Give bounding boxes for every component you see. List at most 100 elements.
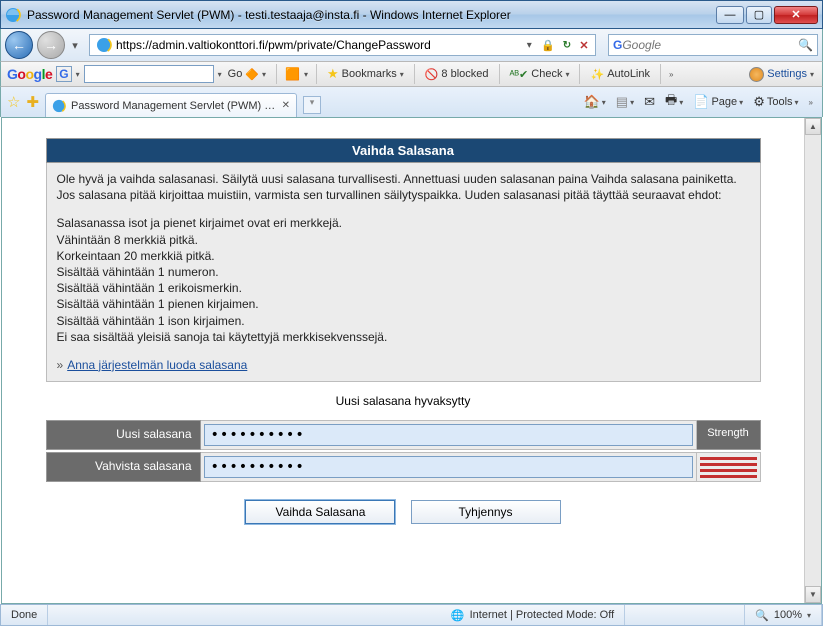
google-logo: Google	[7, 66, 52, 82]
page-label: Page	[711, 96, 737, 108]
panel-body: Ole hyvä ja vaihda salasanasi. Säilytä u…	[46, 163, 761, 382]
ie-icon	[5, 7, 21, 23]
panel-heading: Vaihda Salasana	[46, 138, 761, 163]
add-favorite-button[interactable]: ✚	[26, 93, 39, 111]
blocked-button[interactable]: 🚫8 blocked	[423, 68, 491, 81]
maximize-button[interactable]: ▢	[746, 6, 772, 24]
password-rule: Sisältää vähintään 1 erikoismerkin.	[57, 280, 750, 296]
mail-icon: ✉	[644, 94, 655, 110]
url-dropdown[interactable]: ▾	[521, 40, 537, 51]
nav-toolbar: ← → ▾ ▾ 🔒 ↻ ✕ G 🔍	[0, 29, 823, 61]
globe-icon: 🌐	[451, 609, 465, 622]
lock-icon[interactable]: 🔒	[541, 39, 555, 52]
zoom-icon: 🔍	[755, 609, 769, 622]
forward-button[interactable]: →	[37, 31, 65, 59]
confirm-password-input[interactable]	[204, 456, 693, 478]
page-menu[interactable]: 📄Page▾	[690, 94, 746, 110]
strength-meter	[697, 452, 761, 482]
buzz-icon[interactable]: 🟧	[285, 67, 300, 81]
search-button[interactable]: 🔍	[798, 38, 813, 52]
accepted-message: Uusi salasana hyvaksytty	[46, 394, 761, 408]
autolink-button[interactable]: ✨AutoLink	[588, 68, 652, 81]
tab-close-button[interactable]: ✕	[282, 100, 290, 111]
address-bar[interactable]: ▾ 🔒 ↻ ✕	[89, 34, 596, 56]
ie-icon	[96, 37, 112, 53]
ie-icon	[52, 99, 66, 113]
tools-menu[interactable]: ⚙Tools▾	[750, 94, 801, 110]
arrow-icon: »	[57, 358, 64, 372]
confirm-password-label: Vahvista salasana	[46, 452, 201, 482]
security-zone[interactable]: 🌐 Internet | Protected Mode: Off	[441, 605, 625, 625]
submit-button[interactable]: Vaihda Salasana	[245, 500, 395, 524]
tools-label: Tools	[767, 96, 793, 108]
bookmarks-button[interactable]: ★Bookmarks▾	[325, 66, 406, 82]
password-rule: Korkeintaan 20 merkkiä pitkä.	[57, 248, 750, 264]
feeds-button[interactable]: ▤▾	[613, 94, 637, 110]
clear-button[interactable]: Tyhjennys	[411, 500, 561, 524]
close-button[interactable]: ✕	[774, 6, 818, 24]
go-button[interactable]: Go 🔶▾	[226, 68, 268, 81]
password-rule: Ei saa sisältää yleisiä sanoja tai käyte…	[57, 329, 750, 345]
search-input[interactable]	[622, 38, 798, 52]
window-title: Password Management Servlet (PWM) - test…	[27, 8, 716, 22]
zone-label: Internet | Protected Mode: Off	[470, 609, 615, 621]
strength-label: Strength	[697, 420, 761, 450]
toolbar-overflow[interactable]: »	[669, 70, 673, 79]
password-rule: Sisältää vähintään 1 numeron.	[57, 264, 750, 280]
password-rule: Sisältää vähintään 1 ison kirjaimen.	[57, 313, 750, 329]
scroll-down-button[interactable]: ▼	[805, 586, 821, 603]
url-input[interactable]	[116, 36, 521, 54]
new-password-input[interactable]	[204, 424, 693, 446]
google-search-dropdown[interactable]: ▾	[218, 70, 222, 79]
back-button[interactable]: ←	[5, 31, 33, 59]
new-password-label: Uusi salasana	[46, 420, 201, 450]
gear-icon: ⚙	[753, 94, 765, 110]
blocked-icon: 🚫	[425, 68, 439, 81]
stop-button[interactable]: ✕	[575, 39, 593, 52]
nav-history-dropdown[interactable]: ▾	[69, 39, 81, 52]
window-titlebar: Password Management Servlet (PWM) - test…	[0, 0, 823, 29]
blocked-label: 8 blocked	[441, 68, 488, 80]
intro-text: Ole hyvä ja vaihda salasanasi. Säilytä u…	[57, 171, 750, 203]
check-icon: ᴬᴮ✔	[510, 68, 529, 81]
password-rules: Salasanassa isot ja pienet kirjaimet ova…	[57, 215, 750, 345]
mail-button[interactable]: ✉	[641, 94, 658, 110]
check-button[interactable]: ᴬᴮ✔Check▾	[508, 68, 572, 81]
wand-icon: ✨	[590, 68, 604, 81]
home-button[interactable]: 🏠▾	[581, 94, 609, 110]
check-label: Check	[531, 68, 562, 80]
settings-label: Settings	[767, 68, 807, 80]
password-rule: Vähintään 8 merkkiä pitkä.	[57, 232, 750, 248]
favorites-button[interactable]: ☆	[7, 93, 20, 111]
page-content: ▲ ▼ Vaihda Salasana Ole hyvä ja vaihda s…	[1, 117, 822, 604]
refresh-button[interactable]: ↻	[559, 40, 575, 51]
print-icon: 🖶	[665, 91, 677, 113]
star-icon: ★	[327, 66, 339, 82]
settings-button[interactable]: Settings▾	[747, 67, 816, 82]
generate-password-link[interactable]: Anna järjestelmän luoda salasana	[67, 358, 247, 372]
google-toolbar: Google G▾ ▾ Go 🔶▾ 🟧▾ ★Bookmarks▾ 🚫8 bloc…	[0, 61, 823, 87]
browser-tab[interactable]: Password Management Servlet (PWM) - test…	[45, 93, 297, 117]
tab-label: Password Management Servlet (PWM) - test…	[71, 100, 277, 112]
go-label: Go	[228, 68, 243, 80]
scroll-up-button[interactable]: ▲	[805, 118, 821, 135]
overflow-menu[interactable]: »	[806, 98, 816, 107]
zoom-label: 100%	[774, 609, 802, 621]
scrollbar[interactable]: ▲ ▼	[804, 118, 821, 603]
print-button[interactable]: 🖶▾	[662, 91, 686, 113]
settings-icon	[749, 67, 764, 82]
home-icon: 🏠	[584, 94, 600, 110]
password-rule: Salasanassa isot ja pienet kirjaimet ova…	[57, 215, 750, 231]
tab-toolbar: ☆ ✚ Password Management Servlet (PWM) - …	[0, 87, 823, 117]
rss-icon: ▤	[616, 94, 628, 110]
search-bar[interactable]: G 🔍	[608, 34, 818, 56]
page-icon: 📄	[693, 94, 709, 110]
password-rule: Sisältää vähintään 1 pienen kirjaimen.	[57, 296, 750, 312]
minimize-button[interactable]: —	[716, 6, 744, 24]
google-toolbar-search[interactable]	[84, 65, 214, 83]
zoom-control[interactable]: 🔍100%▾	[745, 605, 822, 625]
google-icon: G	[613, 38, 622, 52]
bookmarks-label: Bookmarks	[342, 68, 397, 80]
status-done: Done	[1, 605, 48, 625]
new-tab-button[interactable]: ▾	[303, 96, 321, 114]
